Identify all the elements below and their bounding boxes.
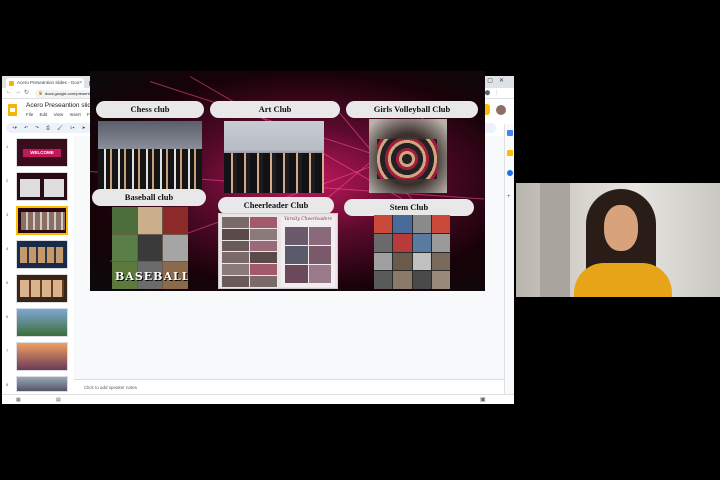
stem-club-collage — [374, 215, 450, 289]
menu-insert[interactable]: Insert — [70, 112, 81, 117]
tab-slides[interactable]: Acero Preseantion slides - Goo × — [6, 78, 84, 88]
club-label-baseball: Baseball club — [92, 189, 206, 206]
lock-icon[interactable]: 🔒 — [38, 90, 43, 95]
grid-view-icon[interactable]: ▦ — [16, 397, 21, 403]
close-icon[interactable]: × — [79, 78, 82, 88]
explore-icon[interactable]: ▣ — [480, 396, 486, 403]
cheer-caption: Varsity Cheerleaders — [284, 217, 332, 222]
side-panel: + — [504, 124, 514, 394]
thumb-number: 4 — [6, 246, 9, 251]
art-club-photo — [224, 121, 324, 193]
document-title[interactable]: Acero Preseantion slides — [26, 102, 98, 109]
club-label-chess: Chess club — [96, 101, 204, 118]
thumb-number: 3 — [6, 212, 9, 217]
club-label-cheerleader: Cheerleader Club — [218, 197, 334, 214]
baseball-club-collage: BASEBALL — [112, 207, 188, 289]
slide-thumbnail-1[interactable]: WELCOME — [16, 138, 68, 167]
tasks-icon[interactable] — [507, 170, 513, 176]
speaker-notes[interactable]: Click to add speaker notes — [74, 379, 504, 394]
slide-thumbnail-5[interactable] — [16, 274, 68, 303]
thumb-number: 1 — [6, 144, 9, 149]
club-label-volleyball: Girls Volleyball Club — [346, 101, 478, 118]
slide-filmstrip: 1 WELCOME 2 3 4 5 6 7 8 — [2, 136, 74, 394]
slides-logo-icon[interactable] — [8, 104, 17, 116]
menu-file[interactable]: File — [26, 112, 33, 117]
club-label-stem: Stem Club — [344, 199, 474, 216]
tab-label: Acero Preseantion slides - Goo — [17, 80, 80, 85]
keep-icon[interactable] — [507, 150, 513, 156]
slide-thumbnail-3[interactable] — [16, 206, 68, 235]
chess-club-photo — [98, 121, 202, 191]
background-door — [540, 183, 570, 297]
thumb-number: 5 — [6, 280, 9, 285]
menu-view[interactable]: View — [54, 112, 64, 117]
filmstrip-view-icon[interactable]: ▤ — [56, 397, 61, 403]
slide-thumbnail-4[interactable] — [16, 240, 68, 269]
volleyball-club-photo — [369, 119, 447, 193]
participant-video[interactable] — [516, 183, 720, 297]
baseball-caption: BASEBALL — [115, 270, 188, 283]
thumb-title: WELCOME — [23, 149, 61, 157]
print-icon[interactable]: ⎙ — [46, 125, 50, 130]
back-icon[interactable]: ← — [6, 89, 12, 95]
slide-thumbnail-2[interactable] — [16, 172, 68, 201]
slides-favicon-icon — [9, 80, 14, 86]
select-icon[interactable]: ➤ — [82, 125, 86, 130]
slide-thumbnail-6[interactable] — [16, 308, 68, 337]
participant-shirt — [574, 263, 672, 297]
bottom-bar: ▦ ▤ ▣ — [2, 394, 514, 404]
club-label-art: Art Club — [210, 101, 340, 118]
calendar-icon[interactable] — [507, 130, 513, 136]
redo-icon[interactable]: ↷ — [35, 125, 39, 130]
paint-format-icon[interactable]: 🖌 — [57, 125, 63, 130]
zoom-icon[interactable]: ⌕▾ — [70, 125, 74, 130]
add-icon[interactable]: +▾ — [12, 125, 17, 130]
add-icon[interactable]: + — [507, 194, 513, 200]
avatar[interactable] — [496, 105, 506, 115]
thumb-number: 6 — [6, 314, 9, 319]
cheerleader-club-collage: Varsity Cheerleaders — [218, 213, 338, 289]
forward-icon[interactable]: → — [15, 89, 21, 95]
thumb-number: 2 — [6, 178, 9, 183]
participant-face — [604, 205, 638, 251]
slide-thumbnail-8[interactable] — [16, 376, 68, 392]
reload-icon[interactable]: ↻ — [24, 89, 29, 96]
current-slide[interactable]: Chess club Art Club Girls Volleyball Clu… — [90, 71, 485, 291]
undo-icon[interactable]: ↶ — [24, 125, 28, 130]
thumb-number: 8 — [6, 382, 9, 387]
menu-edit[interactable]: Edit — [40, 112, 48, 117]
slide-thumbnail-7[interactable] — [16, 342, 68, 371]
thumb-number: 7 — [6, 348, 9, 353]
